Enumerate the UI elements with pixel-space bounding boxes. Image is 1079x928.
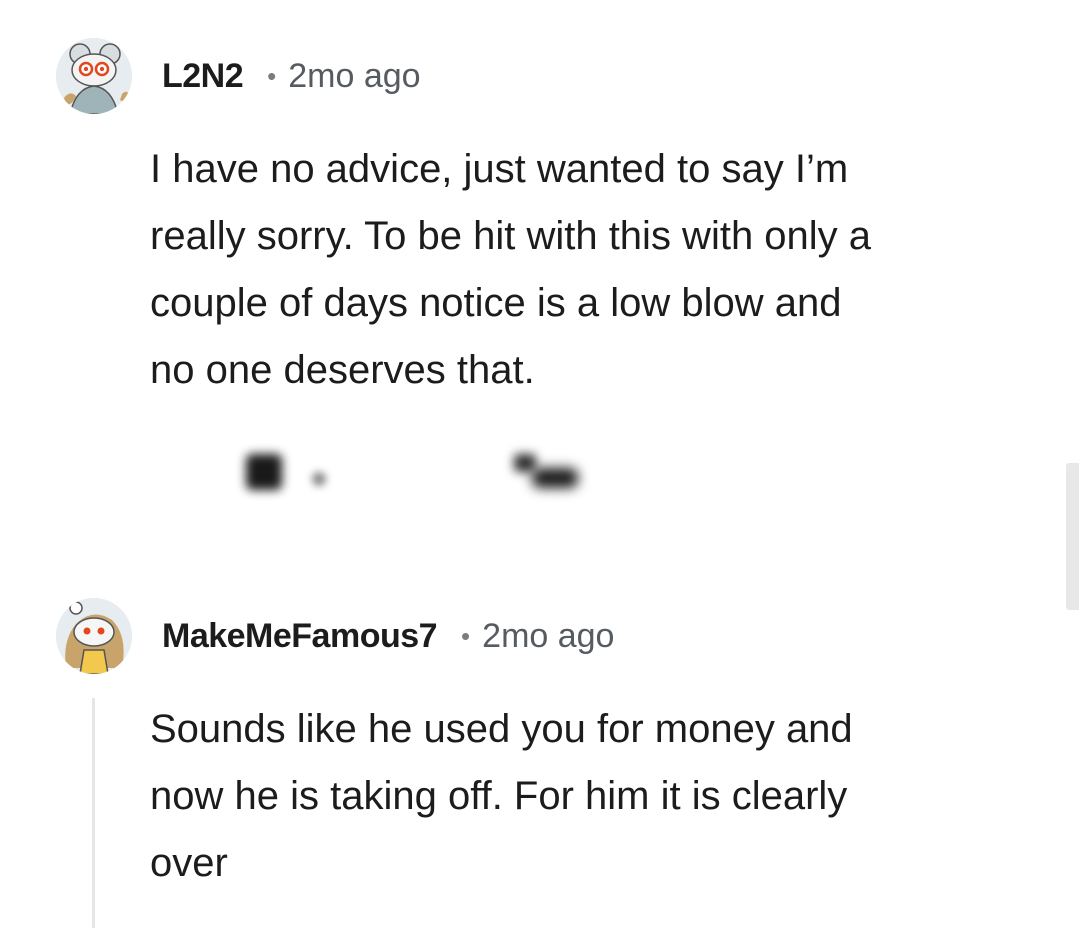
comment-body-line: no one deserves that. <box>150 348 535 392</box>
comment-meta: L2N2 • 2mo ago <box>162 56 421 96</box>
comment-body: I have no advice, just wanted to say I’m… <box>150 136 1030 404</box>
timestamp: 2mo ago <box>288 56 421 95</box>
reply-button[interactable] <box>532 468 578 488</box>
timestamp: 2mo ago <box>482 616 615 655</box>
comment-meta: MakeMeFamous7 • 2mo ago <box>162 616 614 656</box>
comment-body-line: I have no advice, just wanted to say I’m <box>150 147 849 191</box>
user-avatar-icon[interactable] <box>56 38 132 114</box>
username[interactable]: L2N2 <box>162 57 244 96</box>
comment-body-line: Sounds like he used you for money and <box>150 707 853 751</box>
separator-dot: • <box>267 60 277 91</box>
comment-body: Sounds like he used you for money and no… <box>150 696 1030 897</box>
reply-icon[interactable] <box>514 454 536 472</box>
user-avatar-icon[interactable] <box>56 598 132 674</box>
thread-line[interactable] <box>92 698 95 928</box>
username[interactable]: MakeMeFamous7 <box>162 617 438 656</box>
vote-count <box>312 472 326 486</box>
upvote-icon[interactable] <box>246 454 282 490</box>
separator-dot: • <box>461 620 471 651</box>
comment-body-line: couple of days notice is a low blow and <box>150 281 842 325</box>
blurred-action-bar <box>240 446 620 506</box>
scrollbar[interactable] <box>1066 463 1079 610</box>
comment-body-line: over <box>150 841 228 885</box>
comment-body-line: really sorry. To be hit with this with o… <box>150 214 872 258</box>
comment-body-line: now he is taking off. For him it is clea… <box>150 774 848 818</box>
